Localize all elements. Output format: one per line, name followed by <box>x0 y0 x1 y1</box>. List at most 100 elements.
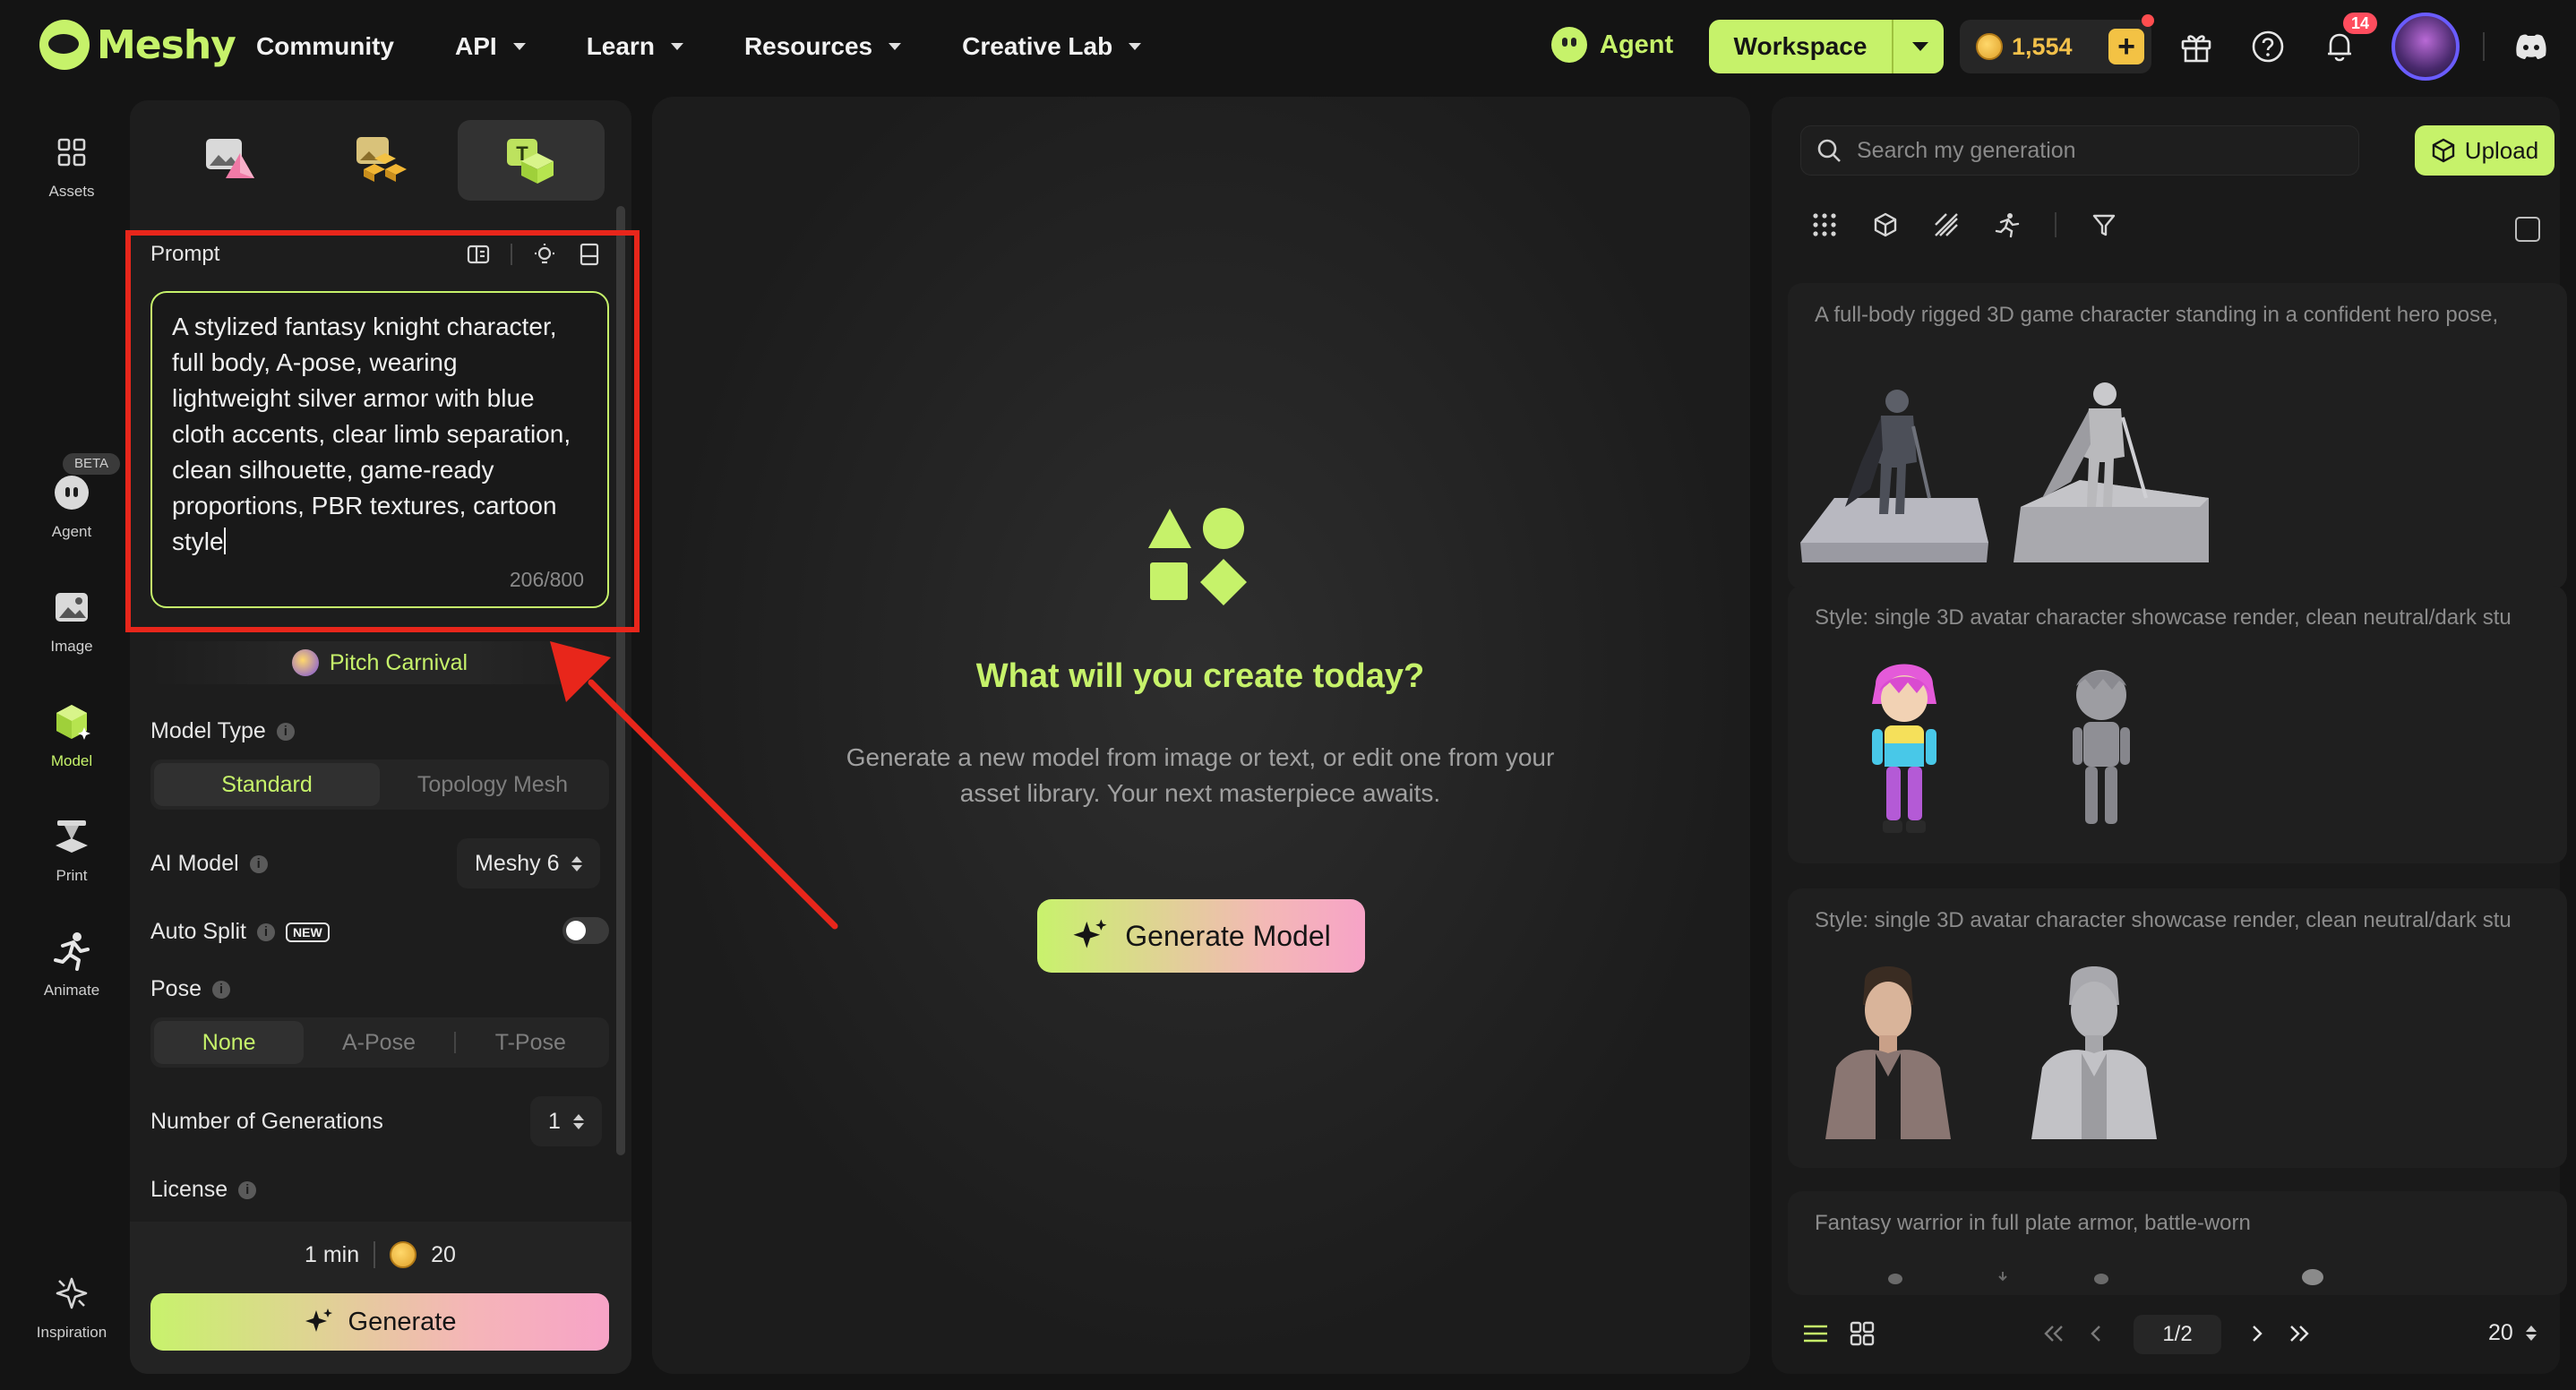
generate-button[interactable]: Generate <box>150 1293 609 1351</box>
auto-split-row: Auto Split i NEW <box>150 919 330 945</box>
model-type-standard[interactable]: Standard <box>154 763 380 806</box>
page-input[interactable]: 1/2 <box>2134 1315 2221 1354</box>
help-icon[interactable] <box>2250 29 2286 64</box>
last-page-icon[interactable] <box>2288 1322 2313 1345</box>
top-navigation: Meshy Community API Learn Resources Crea… <box>0 0 2576 93</box>
select-all-checkbox[interactable] <box>2515 217 2540 242</box>
nav-community[interactable]: Community <box>256 32 394 61</box>
running-icon <box>54 932 90 971</box>
workspace-button[interactable]: Workspace <box>1709 20 1944 73</box>
filter-icon[interactable] <box>2091 211 2117 238</box>
knight-model-untextured[interactable] <box>2003 364 2209 570</box>
agent-icon <box>55 476 89 510</box>
coin-icon <box>390 1241 417 1268</box>
chevron-down-icon <box>889 43 902 50</box>
rail-print[interactable]: Print <box>0 815 143 885</box>
cost-value: 20 <box>431 1241 456 1267</box>
main-nav: Community API Learn Resources Creative L… <box>256 0 1202 93</box>
discord-icon[interactable] <box>2512 29 2551 64</box>
first-page-icon[interactable] <box>2040 1322 2065 1345</box>
info-icon[interactable]: i <box>257 922 276 941</box>
user-avatar[interactable] <box>2391 13 2460 81</box>
agent-link[interactable]: Agent <box>1551 27 1673 63</box>
bust-model-untextured[interactable] <box>2022 960 2166 1148</box>
generations-stepper[interactable]: 1 <box>530 1096 602 1146</box>
bust-model-textured[interactable] <box>1816 960 1960 1148</box>
agent-icon <box>1551 27 1587 63</box>
card-title: A full-body rigged 3D game character sta… <box>1815 303 2499 327</box>
add-credits-button[interactable]: + <box>2108 29 2144 64</box>
nav-learn[interactable]: Learn <box>587 32 683 61</box>
model-type-topology-mesh[interactable]: Topology Mesh <box>380 763 605 806</box>
pose-selector: None A-Pose T-Pose <box>150 1017 609 1068</box>
rail-image[interactable]: Image <box>0 586 143 656</box>
prev-page-icon[interactable] <box>2087 1322 2105 1345</box>
generation-card[interactable]: Style: single 3D avatar character showca… <box>1788 888 2567 1168</box>
pitch-carnival-banner[interactable]: Pitch Carnival <box>150 641 609 684</box>
animation-icon[interactable] <box>1994 211 2021 238</box>
avatar-model-textured[interactable] <box>1859 657 1949 845</box>
rail-print-label: Print <box>56 867 88 884</box>
rail-animate[interactable]: Animate <box>0 930 143 1000</box>
license-row: License i <box>150 1177 257 1203</box>
info-icon[interactable]: i <box>276 722 295 741</box>
pose-t-pose[interactable]: T-Pose <box>456 1021 605 1064</box>
cube-outline-icon[interactable] <box>1872 211 1899 238</box>
tab-image-to-3d[interactable] <box>157 120 304 201</box>
nav-creative-lab[interactable]: Creative Lab <box>962 32 1142 61</box>
knight-model-textured[interactable] <box>1799 364 1996 570</box>
texture-icon[interactable] <box>1933 211 1960 238</box>
tab-text-to-3d[interactable]: T <box>458 120 605 201</box>
avatar-model-untextured[interactable] <box>2057 657 2146 845</box>
grid-view-icon[interactable] <box>1849 1320 1876 1347</box>
card-title: Fantasy warrior in full plate armor, bat… <box>1815 1211 2251 1235</box>
ai-model-select[interactable]: Meshy 6 <box>457 838 601 888</box>
pose-a-pose[interactable]: A-Pose <box>304 1021 453 1064</box>
next-page-icon[interactable] <box>2248 1322 2266 1345</box>
dots-grid-icon[interactable] <box>1811 211 1838 238</box>
pose-none[interactable]: None <box>154 1021 305 1064</box>
generation-card[interactable]: Fantasy warrior in full plate armor, bat… <box>1788 1191 2567 1295</box>
rail-assets[interactable]: Assets <box>0 131 143 201</box>
upload-label: Upload <box>2464 136 2539 164</box>
list-view-icon[interactable] <box>1800 1320 1831 1347</box>
tab-multi-image-to-3d[interactable] <box>307 120 454 201</box>
generation-card[interactable]: A full-body rigged 3D game character sta… <box>1788 283 2567 589</box>
sparkle-icon <box>1073 919 1107 948</box>
info-icon[interactable]: i <box>238 1180 257 1199</box>
page-size-select[interactable]: 20 <box>2488 1320 2537 1346</box>
auto-split-toggle[interactable] <box>562 917 609 944</box>
chevron-down-icon <box>670 43 683 50</box>
generations-row: Number of Generations <box>150 1109 383 1135</box>
generate-model-button[interactable]: Generate Model <box>1037 899 1365 973</box>
nav-resources[interactable]: Resources <box>744 32 902 61</box>
mode-tabs: T <box>157 120 605 201</box>
text-to-3d-icon: T <box>507 139 554 184</box>
search-input[interactable]: Search my generation <box>1800 125 2359 176</box>
workspace-dropdown-toggle[interactable] <box>1892 20 1944 73</box>
carnival-icon <box>291 649 319 676</box>
workspace-label: Workspace <box>1733 32 1868 60</box>
grid-icon <box>57 138 86 167</box>
rail-assets-label: Assets <box>48 183 95 200</box>
ai-model-label: AI Model <box>150 851 239 876</box>
rail-agent[interactable]: Agent <box>0 471 143 541</box>
credits-balance[interactable]: 1,554 + <box>1960 20 2151 73</box>
upload-cube-icon <box>2432 138 2454 163</box>
model-type-selector: Standard Topology Mesh <box>150 759 609 810</box>
rail-inspiration[interactable]: Inspiration <box>0 1272 143 1342</box>
upload-button[interactable]: Upload <box>2415 125 2555 176</box>
generation-card[interactable]: Style: single 3D avatar character showca… <box>1788 586 2567 863</box>
chevron-down-icon <box>1912 42 1928 51</box>
model-type-row: Model Type i <box>150 718 295 744</box>
info-icon[interactable]: i <box>211 980 230 999</box>
updown-icon <box>572 1113 584 1129</box>
info-icon[interactable]: i <box>249 854 268 873</box>
rail-model[interactable]: Model <box>0 700 143 770</box>
meshy-logo[interactable]: Meshy <box>39 20 236 70</box>
shapes-icon <box>1148 508 1247 605</box>
bell-icon[interactable] <box>2322 29 2357 64</box>
nav-api[interactable]: API <box>455 32 526 61</box>
gift-icon[interactable] <box>2178 29 2214 64</box>
license-label: License <box>150 1177 228 1202</box>
